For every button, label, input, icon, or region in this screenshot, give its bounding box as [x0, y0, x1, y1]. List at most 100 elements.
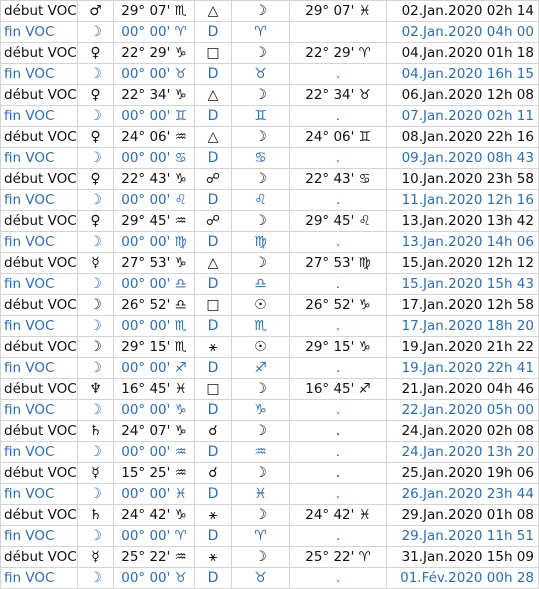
moon-position: 00° 00' ♈	[113, 525, 195, 547]
event-datetime: 17.Jan.2020 18h 20	[386, 315, 539, 337]
event-datetime: 26.Jan.2020 23h 44	[386, 483, 539, 505]
aspect-symbol: D	[194, 315, 232, 337]
voc-label: début VOC	[0, 84, 78, 106]
aspect-symbol: D	[194, 147, 232, 169]
aspect-position: .	[289, 420, 387, 442]
planet-symbol: ♀	[77, 168, 114, 190]
voc-label: fin VOC	[0, 273, 78, 295]
target-symbol: ♐	[231, 357, 290, 379]
planet-symbol: ☽	[77, 21, 114, 43]
voc-label: début VOC	[0, 252, 78, 274]
voc-table-body: début VOC ♂ 29° 07' ♏ △ ☽ 29° 07' ♓ 02.Jan.202…	[0, 0, 539, 589]
moon-position: 00° 00' ♏	[113, 315, 195, 337]
aspect-symbol: ⚹	[194, 336, 232, 358]
event-datetime: 04.Jan.2020 16h 15	[386, 63, 539, 85]
voc-start-row: début VOC ♂ 29° 07' ♏ △ ☽ 29° 07' ♓ 02.Jan.202…	[0, 0, 539, 22]
voc-end-row: fin VOC ☽ 00° 00' ♈ D ♈ 02.Jan.2020 04h 00	[0, 21, 539, 43]
aspect-symbol: △	[194, 126, 232, 148]
planet-symbol: ☿	[77, 546, 114, 568]
voc-end-row: fin VOC ☽ 00° 00' ♌ D ♌. 11.Jan.2020 12h 16	[0, 189, 539, 211]
voc-label: début VOC	[0, 168, 78, 190]
event-datetime: 24.Jan.2020 13h 20	[386, 441, 539, 463]
voc-label: fin VOC	[0, 147, 78, 169]
target-symbol: ☽	[231, 504, 290, 526]
aspect-symbol: ☌	[194, 462, 232, 484]
planet-symbol: ♀	[77, 126, 114, 148]
voc-end-row: fin VOC ☽ 00° 00' ♐ D ♐. 19.Jan.2020 22h 41	[0, 357, 539, 379]
moon-position: 26° 52' ♎	[113, 294, 195, 316]
voc-label: début VOC	[0, 210, 78, 232]
aspect-position: 29° 07' ♓	[289, 0, 387, 22]
aspect-position: .	[289, 189, 387, 211]
moon-position: 00° 00' ♑	[113, 399, 195, 421]
aspect-position: .	[289, 399, 387, 421]
voc-start-row: début VOC ♀ 22° 43' ♑ ☍ ☽ 22° 43' ♋ 10.Jan.202…	[0, 168, 539, 190]
event-datetime: 15.Jan.2020 15h 43	[386, 273, 539, 295]
aspect-position: 29° 45' ♌	[289, 210, 387, 232]
voc-end-row: fin VOC ☽ 00° 00' ♒ D ♒. 24.Jan.2020 13h 20	[0, 441, 539, 463]
planet-symbol: ♂	[77, 0, 114, 22]
moon-position: 24° 42' ♑	[113, 504, 195, 526]
voc-start-row: début VOC ♀ 22° 29' ♑ □ ☽ 22° 29' ♈ 04.Jan.202…	[0, 42, 539, 64]
event-datetime: 06.Jan.2020 12h 08	[386, 84, 539, 106]
target-symbol: ☽	[231, 168, 290, 190]
event-datetime: 22.Jan.2020 05h 00	[386, 399, 539, 421]
moon-position: 29° 15' ♏	[113, 336, 195, 358]
moon-position: 15° 25' ♒	[113, 462, 195, 484]
voc-label: début VOC	[0, 504, 78, 526]
aspect-symbol: D	[194, 441, 232, 463]
aspect-symbol: D	[194, 63, 232, 85]
voc-start-row: début VOC ☽ 26° 52' ♎ □ ☉ 26° 52' ♑ 17.Jan.202…	[0, 294, 539, 316]
aspect-symbol: D	[194, 273, 232, 295]
voc-label: début VOC	[0, 546, 78, 568]
moon-position: 24° 07' ♑	[113, 420, 195, 442]
planet-symbol: ☽	[77, 336, 114, 358]
aspect-symbol: ☌	[194, 420, 232, 442]
planet-symbol: ☿	[77, 252, 114, 274]
event-datetime: 07.Jan.2020 02h 11	[386, 105, 539, 127]
aspect-position: .	[289, 273, 387, 295]
voc-label: début VOC	[0, 126, 78, 148]
planet-symbol: ☽	[77, 399, 114, 421]
event-datetime: 15.Jan.2020 12h 12	[386, 252, 539, 274]
planet-symbol: ☽	[77, 525, 114, 547]
voc-label: fin VOC	[0, 483, 78, 505]
voc-end-row: fin VOC ☽ 00° 00' ♉ D ♉. 01.Fév.2020 00h 28	[0, 567, 539, 589]
target-symbol: ♈	[231, 525, 290, 547]
moon-position: 00° 00' ♈	[113, 21, 195, 43]
aspect-position: 27° 53' ♍	[289, 252, 387, 274]
voc-label: début VOC	[0, 42, 78, 64]
aspect-symbol: D	[194, 483, 232, 505]
event-datetime: 09.Jan.2020 08h 43	[386, 147, 539, 169]
planet-symbol: ☽	[77, 357, 114, 379]
voc-label: fin VOC	[0, 441, 78, 463]
aspect-position: 22° 29' ♈	[289, 42, 387, 64]
voc-start-row: début VOC ☿ 15° 25' ♒ ☌ ☽. 25.Jan.2020 19h 06	[0, 462, 539, 484]
planet-symbol: ☽	[77, 189, 114, 211]
aspect-position: .	[289, 357, 387, 379]
aspect-position: .	[289, 462, 387, 484]
planet-symbol: ♀	[77, 210, 114, 232]
voc-end-row: fin VOC ☽ 00° 00' ♑ D ♑. 22.Jan.2020 05h 00	[0, 399, 539, 421]
voc-start-row: début VOC ♀ 24° 06' ♒ △ ☽ 24° 06' ♊ 08.Jan.202…	[0, 126, 539, 148]
voc-end-row: fin VOC ☽ 00° 00' ♉ D ♉. 04.Jan.2020 16h 15	[0, 63, 539, 85]
target-symbol: ☽	[231, 210, 290, 232]
voc-label: début VOC	[0, 420, 78, 442]
voc-label: début VOC	[0, 378, 78, 400]
voc-label: fin VOC	[0, 357, 78, 379]
aspect-symbol: □	[194, 378, 232, 400]
aspect-position: .	[289, 567, 387, 589]
moon-position: 00° 00' ♎	[113, 273, 195, 295]
planet-symbol: ♆	[77, 378, 114, 400]
moon-position: 00° 00' ♌	[113, 189, 195, 211]
aspect-symbol: □	[194, 294, 232, 316]
voc-end-row: fin VOC ☽ 00° 00' ♋ D ♋. 09.Jan.2020 08h 43	[0, 147, 539, 169]
target-symbol: ☽	[231, 84, 290, 106]
voc-end-row: fin VOC ☽ 00° 00' ♓ D ♓. 26.Jan.2020 23h 44	[0, 483, 539, 505]
event-datetime: 19.Jan.2020 21h 22	[386, 336, 539, 358]
planet-symbol: ♄	[77, 504, 114, 526]
event-datetime: 02.Jan.2020 04h 00	[386, 21, 539, 43]
aspect-position: 25° 22' ♈	[289, 546, 387, 568]
planet-symbol: ☽	[77, 273, 114, 295]
target-symbol: ♏	[231, 315, 290, 337]
